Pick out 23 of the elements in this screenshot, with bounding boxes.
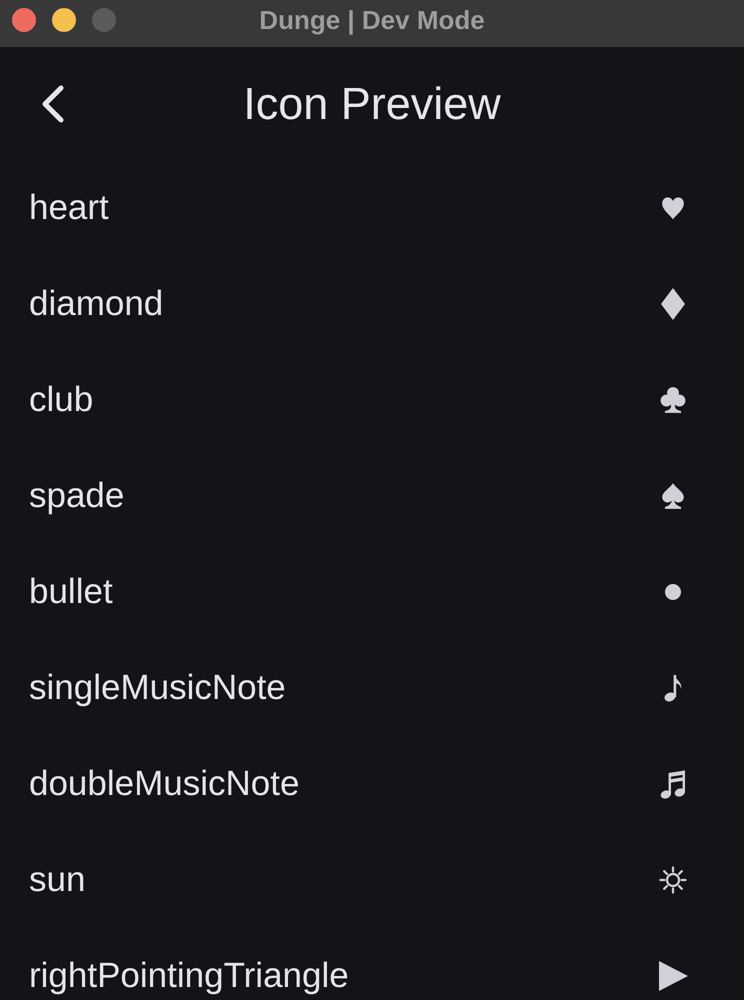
item-label: doubleMusicNote	[29, 764, 300, 804]
music-note-icon	[664, 674, 682, 702]
item-label: spade	[29, 476, 124, 516]
back-icon	[40, 85, 66, 123]
item-label: sun	[29, 860, 86, 900]
spade-icon	[660, 482, 686, 510]
item-label: rightPointingTriangle	[29, 956, 349, 996]
item-label: club	[29, 380, 94, 420]
sun-icon	[659, 866, 687, 894]
minimize-button[interactable]	[52, 8, 76, 32]
close-button[interactable]	[12, 8, 36, 32]
item-label: heart	[29, 188, 109, 228]
item-label: bullet	[29, 572, 113, 612]
bullet-icon	[665, 584, 681, 600]
beamed-notes-icon	[660, 769, 686, 799]
window-title: Dunge | Dev Mode	[259, 4, 485, 37]
heart-icon	[660, 195, 686, 221]
diamond-icon	[661, 288, 685, 320]
item-label: diamond	[29, 284, 164, 324]
page-title: Icon Preview	[243, 77, 501, 131]
item-label: singleMusicNote	[29, 668, 286, 708]
play-triangle-icon	[658, 961, 688, 991]
club-icon	[660, 386, 686, 414]
